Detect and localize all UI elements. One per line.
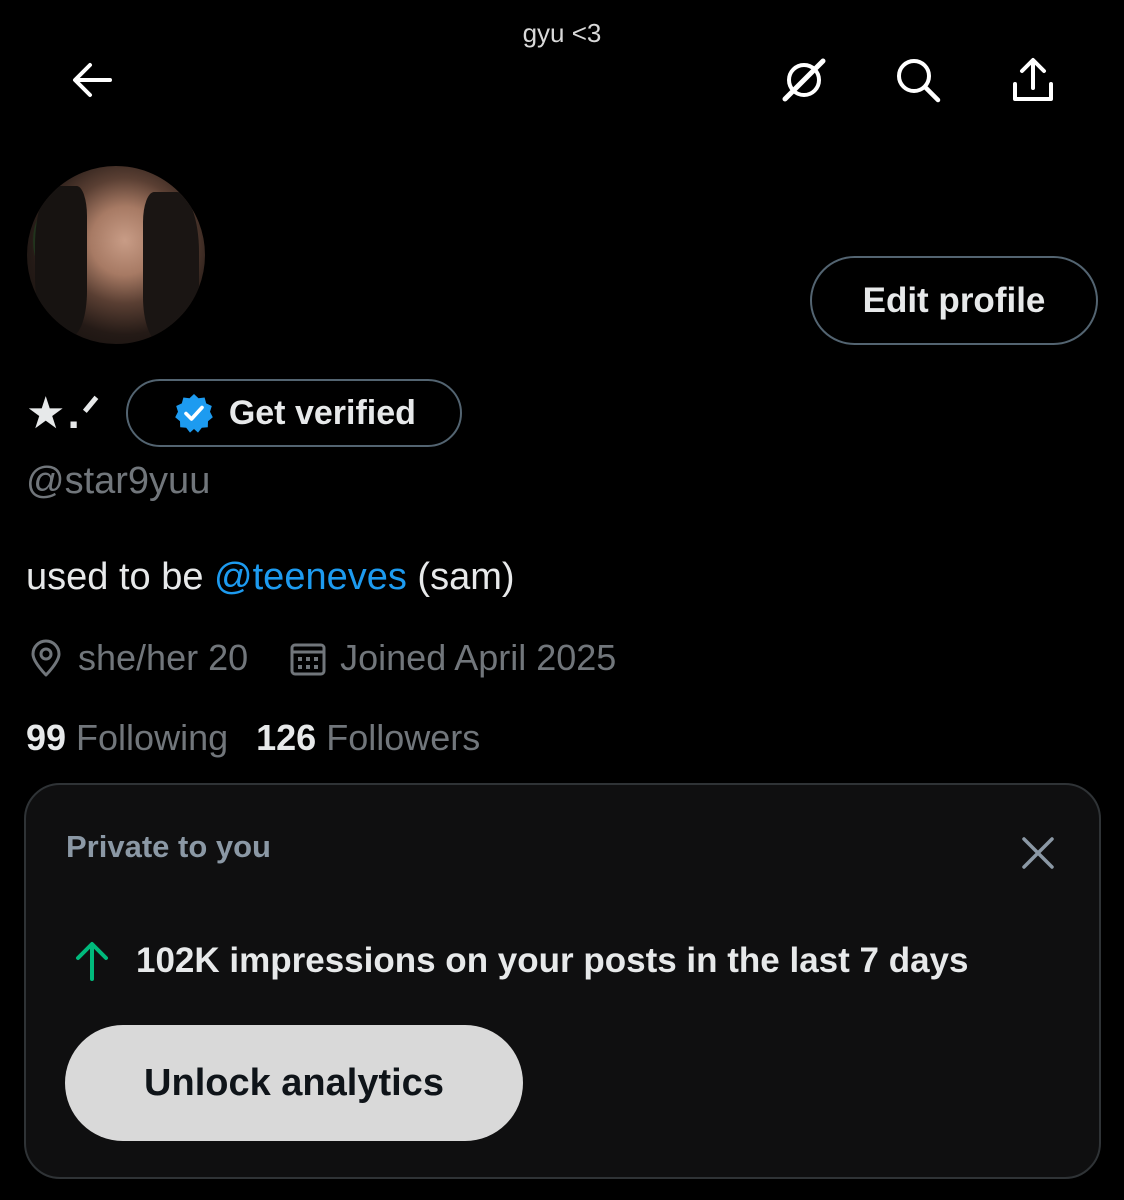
analytics-card: Private to you 102K impressions on your …	[24, 783, 1101, 1179]
grok-icon	[782, 58, 826, 102]
followers-count: 126	[256, 717, 317, 758]
location-text: she/her 20	[78, 637, 249, 678]
location-item: she/her 20	[26, 637, 248, 679]
impressions-text: 102K impressions on your posts in the la…	[136, 941, 969, 980]
followers-label: Followers	[326, 717, 481, 758]
verified-badge-icon	[175, 394, 213, 433]
following-count: 99	[26, 717, 67, 758]
name-row: ★.ᐟ Get verified	[26, 378, 463, 448]
get-verified-label: Get verified	[228, 393, 416, 432]
avatar-hair-left	[35, 186, 87, 336]
calendar-icon	[290, 643, 326, 676]
followers-link[interactable]: 126 Followers	[256, 717, 480, 759]
share-button[interactable]	[1001, 48, 1065, 112]
joined-item: Joined April 2025	[288, 637, 616, 679]
close-icon	[1022, 837, 1054, 869]
follow-stats-row: 99 Following 126 Followers	[26, 714, 508, 762]
private-label: Private to you	[66, 829, 271, 864]
top-caption: gyu <3	[522, 18, 602, 48]
back-arrow-icon	[73, 63, 112, 97]
handle: @star9yuu	[26, 460, 211, 502]
back-button[interactable]	[60, 48, 124, 112]
avatar[interactable]	[24, 163, 208, 347]
bio: used to be @teeneves (sam)	[26, 556, 515, 599]
trend-up-arrow-icon	[76, 942, 108, 981]
close-card-button[interactable]	[1014, 829, 1062, 877]
grok-button[interactable]	[772, 48, 836, 112]
bio-mention-link[interactable]: @teeneves	[214, 556, 407, 598]
share-icon	[1013, 58, 1053, 101]
location-pin-icon	[31, 639, 61, 677]
display-name: ★.ᐟ	[26, 388, 103, 438]
edit-profile-button[interactable]: Edit profile	[810, 256, 1098, 345]
following-link[interactable]: 99 Following	[26, 717, 228, 759]
profile-meta-row: she/her 20 Joined April 2025	[26, 634, 656, 682]
profile-page: gyu <3 Edit profile ★.ᐟ Get verified @st…	[0, 0, 1124, 1200]
search-icon	[897, 59, 941, 103]
search-button[interactable]	[886, 48, 950, 112]
joined-text: Joined April 2025	[340, 637, 617, 678]
avatar-hair-right	[143, 192, 199, 342]
get-verified-button[interactable]: Get verified	[126, 379, 463, 447]
bio-suffix: (sam)	[406, 556, 515, 598]
bio-prefix: used to be	[26, 556, 215, 598]
impressions-insight: 102K impressions on your posts in the la…	[72, 939, 968, 983]
unlock-analytics-button[interactable]: Unlock analytics	[65, 1025, 523, 1141]
following-label: Following	[76, 717, 229, 758]
